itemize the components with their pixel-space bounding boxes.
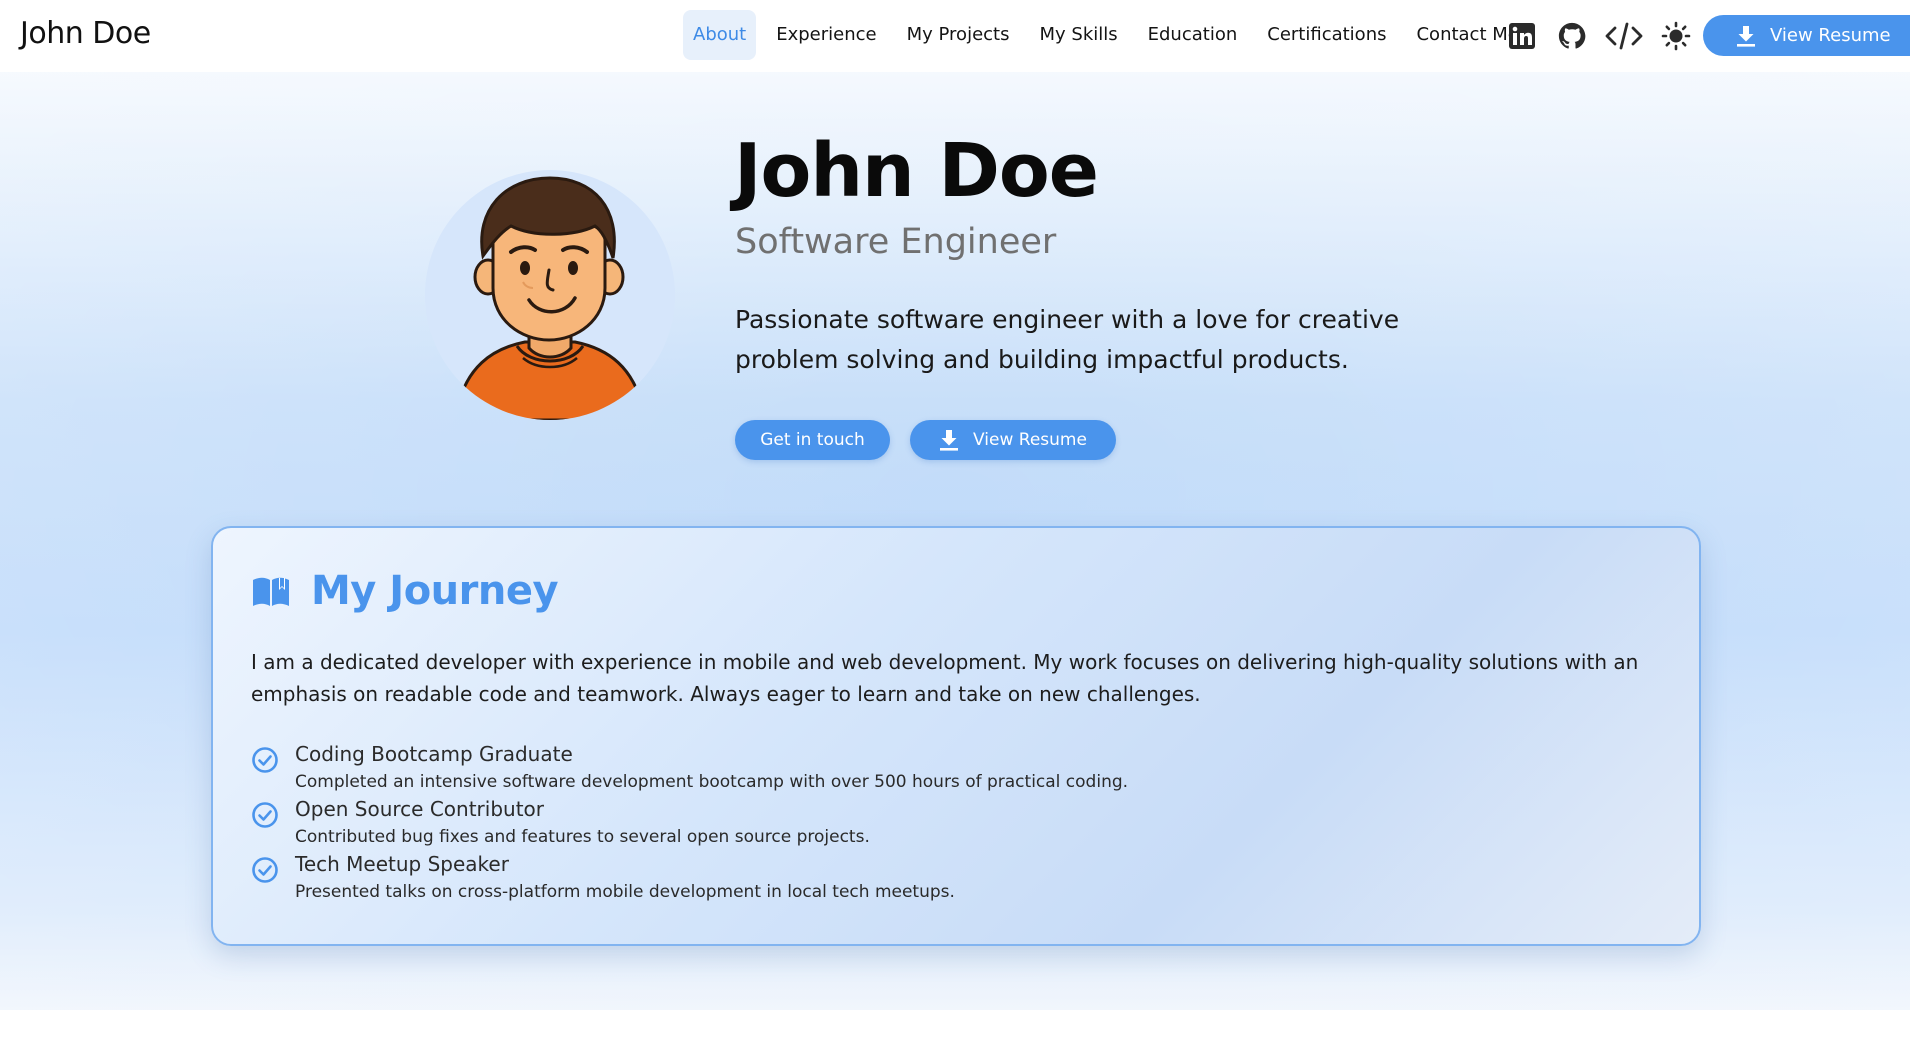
- journey-intro: I am a dedicated developer with experien…: [251, 650, 1639, 706]
- journey-item-title: Open Source Contributor: [295, 797, 544, 821]
- hero-role: Software Engineer: [735, 222, 1057, 262]
- view-resume-nav-label: View Resume: [1770, 25, 1891, 46]
- nav-item-about[interactable]: About: [683, 10, 757, 60]
- theme-toggle-sun-icon[interactable]: [1656, 16, 1696, 56]
- page-bottom-strip: [0, 1010, 1910, 1042]
- open-book-icon: [253, 577, 289, 606]
- download-icon: [940, 430, 959, 451]
- journey-item-detail: Presented talks on cross-platform mobile…: [295, 882, 955, 902]
- journey-item-title: Tech Meetup Speaker: [295, 852, 509, 876]
- view-resume-label: View Resume: [973, 430, 1087, 450]
- page: John Doe About Experience My Projects My…: [0, 0, 1910, 1042]
- check-circle-icon: [252, 802, 278, 828]
- journey-item-detail: Contributed bug fixes and features to se…: [295, 827, 870, 847]
- check-circle-icon: [252, 857, 278, 883]
- brand-logo[interactable]: John Doe: [20, 16, 151, 51]
- code-icon[interactable]: [1602, 16, 1646, 56]
- journey-card: My Journey I am a dedicated developer wi…: [211, 526, 1701, 946]
- nav-item-experience[interactable]: Experience: [766, 10, 886, 60]
- journey-title: My Journey: [311, 568, 559, 614]
- social-icons: [1502, 16, 1706, 56]
- top-navigation: John Doe About Experience My Projects My…: [0, 0, 1910, 72]
- nav-item-skills[interactable]: My Skills: [1029, 10, 1127, 60]
- view-resume-button[interactable]: View Resume: [910, 420, 1116, 460]
- nav-item-education[interactable]: Education: [1138, 10, 1248, 60]
- download-icon: [1737, 25, 1755, 47]
- github-icon[interactable]: [1552, 16, 1592, 56]
- view-resume-nav-button[interactable]: View Resume: [1703, 15, 1910, 56]
- nav-item-certifications[interactable]: Certifications: [1257, 10, 1396, 60]
- hero-name: John Doe: [734, 128, 1099, 214]
- journey-heading: My Journey: [251, 568, 559, 614]
- journey-item-title: Coding Bootcamp Graduate: [295, 742, 573, 766]
- check-circle-icon: [252, 747, 278, 773]
- avatar: [425, 170, 675, 420]
- nav-menu: About Experience My Projects My Skills E…: [683, 10, 1539, 60]
- hero-description: Passionate software engineer with a love…: [735, 305, 1400, 374]
- nav-item-projects[interactable]: My Projects: [897, 10, 1020, 60]
- get-in-touch-button[interactable]: Get in touch: [735, 420, 890, 460]
- journey-item-detail: Completed an intensive software developm…: [295, 772, 1129, 792]
- linkedin-icon[interactable]: [1502, 16, 1542, 56]
